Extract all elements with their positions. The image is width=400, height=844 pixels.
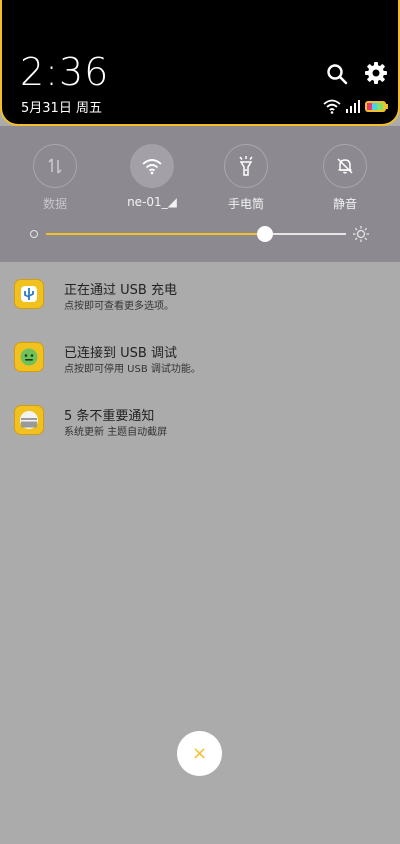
data-tile-circle [33,144,77,188]
search-icon[interactable] [325,62,349,86]
brightness-track[interactable] [46,233,346,235]
battery-icon [365,101,388,112]
android-icon [14,342,44,372]
notification-unimportant-group[interactable]: 5 条不重要通知 系统更新 主题自动截屏 [0,392,400,452]
clock[interactable]: 2:36 [20,50,109,94]
brightness-low-icon [30,230,38,238]
notification-subtitle: 系统更新 主题自动截屏 [64,427,168,438]
status-header: 2:36 5月31日 周五 [0,0,400,126]
tile-flashlight[interactable]: 手电筒 [214,144,278,212]
notification-subtitle: 点按即可查看更多选项。 [64,301,174,312]
notification-subtitle: 点按即可停用 USB 调试功能。 [64,364,201,375]
notification-title: 正在通过 USB 充电 [64,283,177,298]
data-arrows-icon [48,158,62,174]
usb-icon [14,279,44,309]
wifi-status-icon [323,99,341,114]
brightness-thumb[interactable] [257,226,273,242]
tile-silent[interactable]: 静音 [313,144,377,212]
brightness-high-icon [353,226,369,242]
notification-title: 5 条不重要通知 [64,409,155,424]
silent-tile-circle [323,144,367,188]
notification-usb-debugging[interactable]: 已连接到 USB 调试 点按即可停用 USB 调试功能。 [0,329,400,389]
tile-data[interactable]: 数据 [23,144,87,212]
tile-label: 手电筒 [227,197,264,211]
tile-wifi[interactable]: ne-01_◢ [120,144,184,209]
notification-title: 已连接到 USB 调试 [64,346,177,361]
gear-icon[interactable] [364,61,388,85]
flashlight-icon [239,156,253,176]
collapsed-notifications-icon [14,405,44,435]
tile-label: 数据 [42,197,67,211]
wifi-tile-circle [130,144,174,188]
notification-usb-charging[interactable]: 正在通过 USB 充电 点按即可查看更多选项。 [0,266,400,326]
tile-label: ne-01_◢ [127,195,177,209]
quick-settings-panel: 数据 ne-01_◢ 手电筒 静音 [0,126,400,262]
clear-notifications-button[interactable]: × [177,731,222,776]
signal-icon [346,100,360,113]
wifi-icon [142,159,162,175]
date[interactable]: 5月31日 周五 [21,97,102,116]
brightness-slider[interactable] [30,225,370,243]
flashlight-tile-circle [224,144,268,188]
brightness-track-fill [46,233,265,235]
bell-off-icon [337,158,353,174]
tile-label: 静音 [332,197,357,211]
